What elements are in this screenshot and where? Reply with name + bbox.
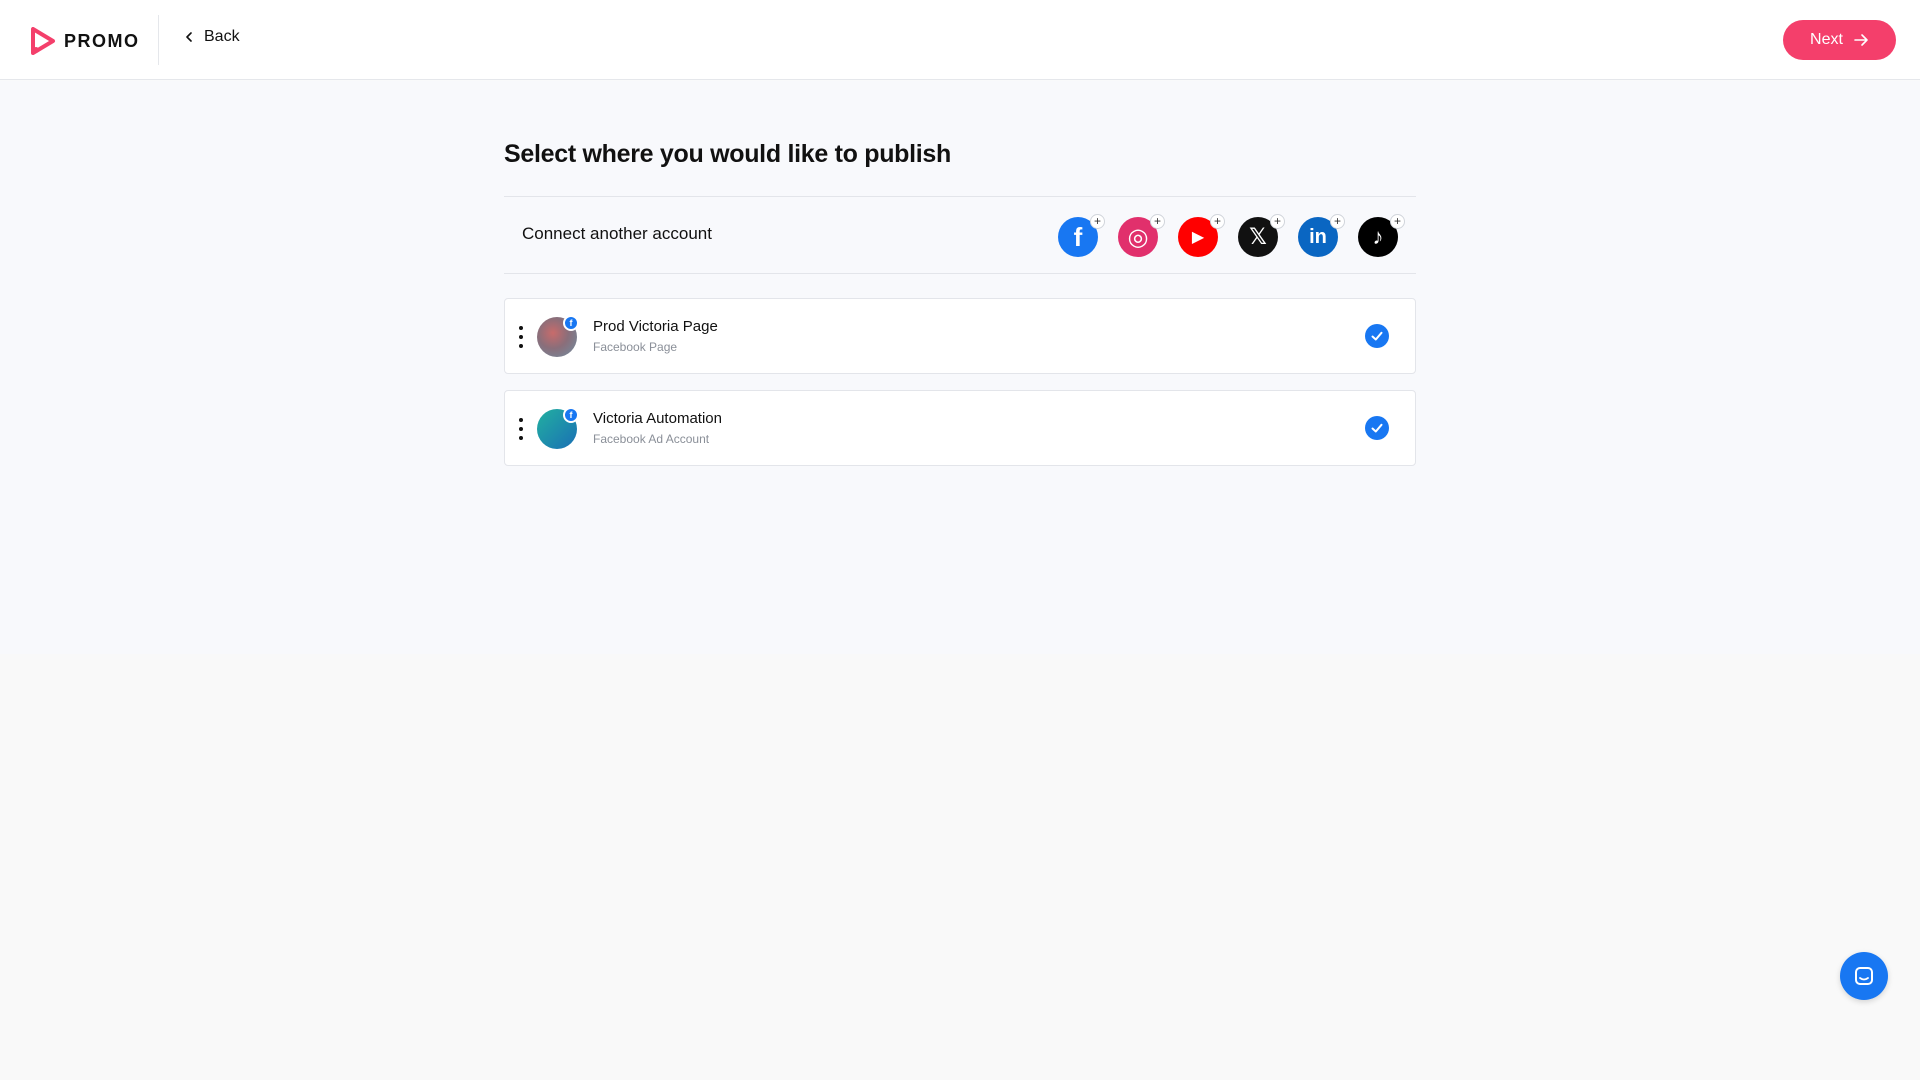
connect-linkedin-button[interactable]: in + (1298, 214, 1345, 257)
back-button[interactable]: Back (184, 28, 240, 46)
connect-facebook-button[interactable]: f + (1058, 214, 1105, 257)
plus-icon: + (1270, 214, 1285, 229)
avatar: f (537, 315, 579, 357)
check-icon (1371, 423, 1383, 433)
facebook-icon: f (1073, 221, 1083, 252)
facebook-badge-icon: f (563, 315, 579, 331)
chat-launcher-button[interactable] (1840, 952, 1888, 1000)
tiktok-icon: ♪ (1372, 224, 1384, 249)
selected-check-button[interactable] (1365, 324, 1389, 348)
x-icon: 𝕏 (1249, 224, 1267, 249)
logo-text: PROMO (64, 30, 140, 51)
next-label: Next (1810, 31, 1843, 48)
header-divider (158, 15, 159, 65)
top-bar: PROMO Back Next (0, 0, 1920, 80)
avatar: f (537, 407, 579, 449)
account-type: Facebook Page (593, 340, 678, 354)
promo-logo[interactable]: PROMO (30, 27, 140, 55)
plus-icon: + (1090, 214, 1105, 229)
selected-check-button[interactable] (1365, 416, 1389, 440)
instagram-icon: ◎ (1127, 223, 1149, 251)
account-card[interactable]: f Victoria Automation Facebook Ad Accoun… (504, 390, 1416, 466)
connect-x-button[interactable]: 𝕏 + (1238, 214, 1285, 257)
account-name: Prod Victoria Page (593, 318, 718, 335)
plus-icon: + (1330, 214, 1345, 229)
connect-youtube-button[interactable]: ▶ + (1178, 214, 1225, 257)
connect-label: Connect another account (522, 224, 712, 243)
account-type: Facebook Ad Account (593, 432, 710, 446)
chat-icon (1855, 967, 1873, 985)
account-name: Victoria Automation (593, 410, 722, 427)
chevron-left-icon (186, 32, 192, 42)
kebab-icon[interactable] (517, 418, 525, 440)
youtube-icon: ▶ (1191, 229, 1205, 246)
plus-icon: + (1150, 214, 1165, 229)
plus-icon: + (1210, 214, 1225, 229)
back-label: Back (204, 28, 240, 45)
kebab-icon[interactable] (517, 326, 525, 348)
account-card[interactable]: f Prod Victoria Page Facebook Page (504, 298, 1416, 374)
plus-icon: + (1390, 214, 1405, 229)
lower-background (0, 654, 1920, 1080)
promo-logo-icon (31, 27, 55, 55)
connect-instagram-button[interactable]: ◎ + (1118, 214, 1165, 257)
facebook-badge-icon: f (563, 407, 579, 423)
page-title: Select where you would like to publish (504, 140, 952, 168)
check-icon (1371, 331, 1383, 341)
next-button[interactable]: Next (1783, 20, 1896, 60)
connect-account-row: Connect another account f + ◎ + ▶ + 𝕏 + … (504, 196, 1416, 274)
connect-tiktok-button[interactable]: ♪ + (1358, 214, 1405, 257)
linkedin-icon: in (1309, 225, 1327, 248)
arrow-right-icon (1854, 34, 1868, 46)
